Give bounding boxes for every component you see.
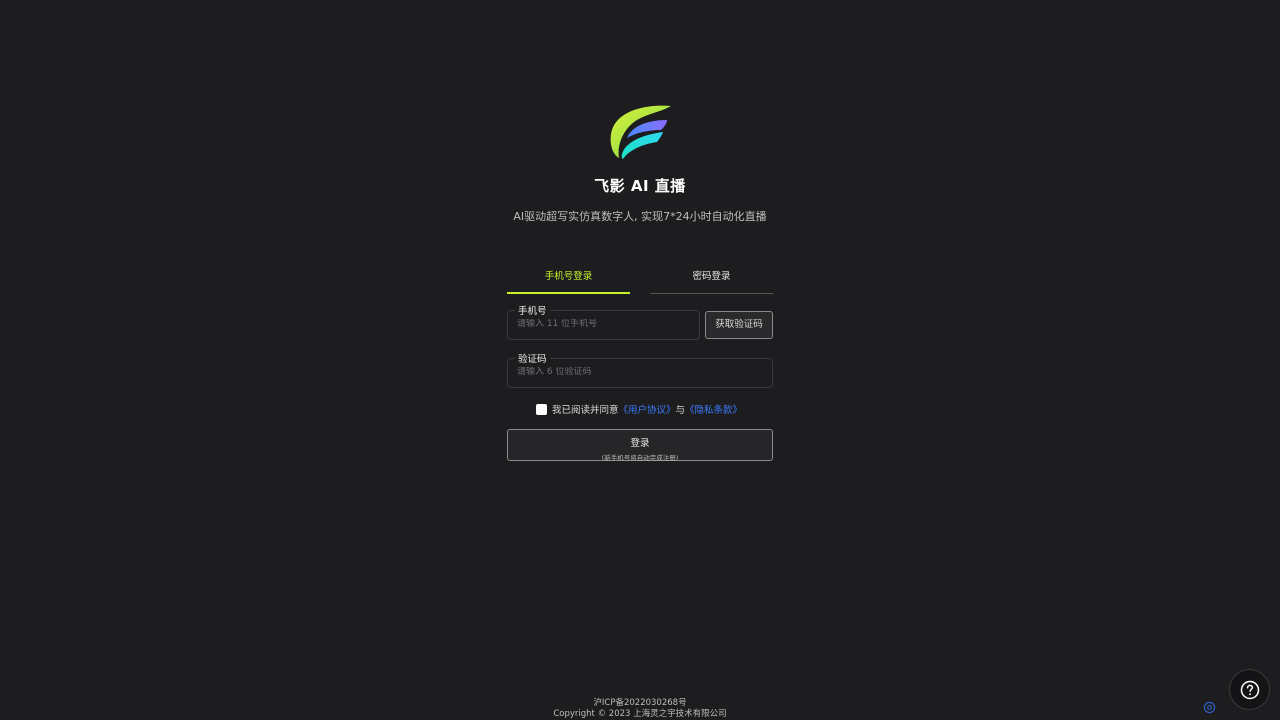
app-title: 飞影 AI 直播 bbox=[594, 177, 686, 195]
code-input[interactable] bbox=[517, 367, 763, 377]
privacy-link[interactable]: 《隐私条款》 bbox=[685, 402, 742, 416]
question-circle-icon bbox=[1240, 680, 1259, 699]
agreement-checkbox[interactable] bbox=[536, 403, 547, 415]
settings-icon[interactable] bbox=[1203, 701, 1216, 714]
get-code-button[interactable]: 获取验证码 bbox=[705, 311, 773, 339]
copyright-text: Copyright © 2023 上海灵之宇技术有限公司 bbox=[553, 709, 727, 719]
icp-text[interactable]: 沪ICP备2022030268号 bbox=[0, 698, 1280, 709]
login-button-note: (新手机号将自动完成注册) bbox=[601, 454, 679, 462]
app-subtitle: AI驱动超写实仿真数字人, 实现7*24小时自动化直播 bbox=[513, 210, 767, 223]
app-logo-icon bbox=[610, 105, 671, 159]
user-agreement-link[interactable]: 《用户协议》 bbox=[619, 402, 676, 416]
phone-field: 手机号 bbox=[507, 303, 700, 340]
agreement-prefix: 我已阅读并同意 bbox=[552, 405, 619, 416]
agreement-row: 我已阅读并同意 《用户协议》 与 《隐私条款》 bbox=[536, 402, 742, 416]
tab-phone-login[interactable]: 手机号登录 bbox=[507, 262, 630, 294]
login-tabs: 手机号登录 密码登录 bbox=[507, 262, 773, 294]
phone-input[interactable] bbox=[517, 319, 690, 329]
code-field: 验证码 bbox=[507, 351, 773, 388]
footer: 沪ICP备2022030268号 Copyright © 2023 上海灵之宇技… bbox=[0, 698, 1280, 720]
agreement-and: 与 bbox=[675, 405, 686, 416]
help-button[interactable] bbox=[1229, 669, 1270, 710]
phone-label: 手机号 bbox=[515, 303, 550, 317]
tab-password-login[interactable]: 密码登录 bbox=[650, 262, 773, 294]
login-button[interactable]: 登录 (新手机号将自动完成注册) bbox=[507, 429, 773, 462]
login-page: 飞影 AI 直播 AI驱动超写实仿真数字人, 实现7*24小时自动化直播 手机号… bbox=[0, 0, 1280, 720]
login-button-label: 登录 bbox=[630, 438, 650, 449]
code-label: 验证码 bbox=[515, 351, 550, 365]
